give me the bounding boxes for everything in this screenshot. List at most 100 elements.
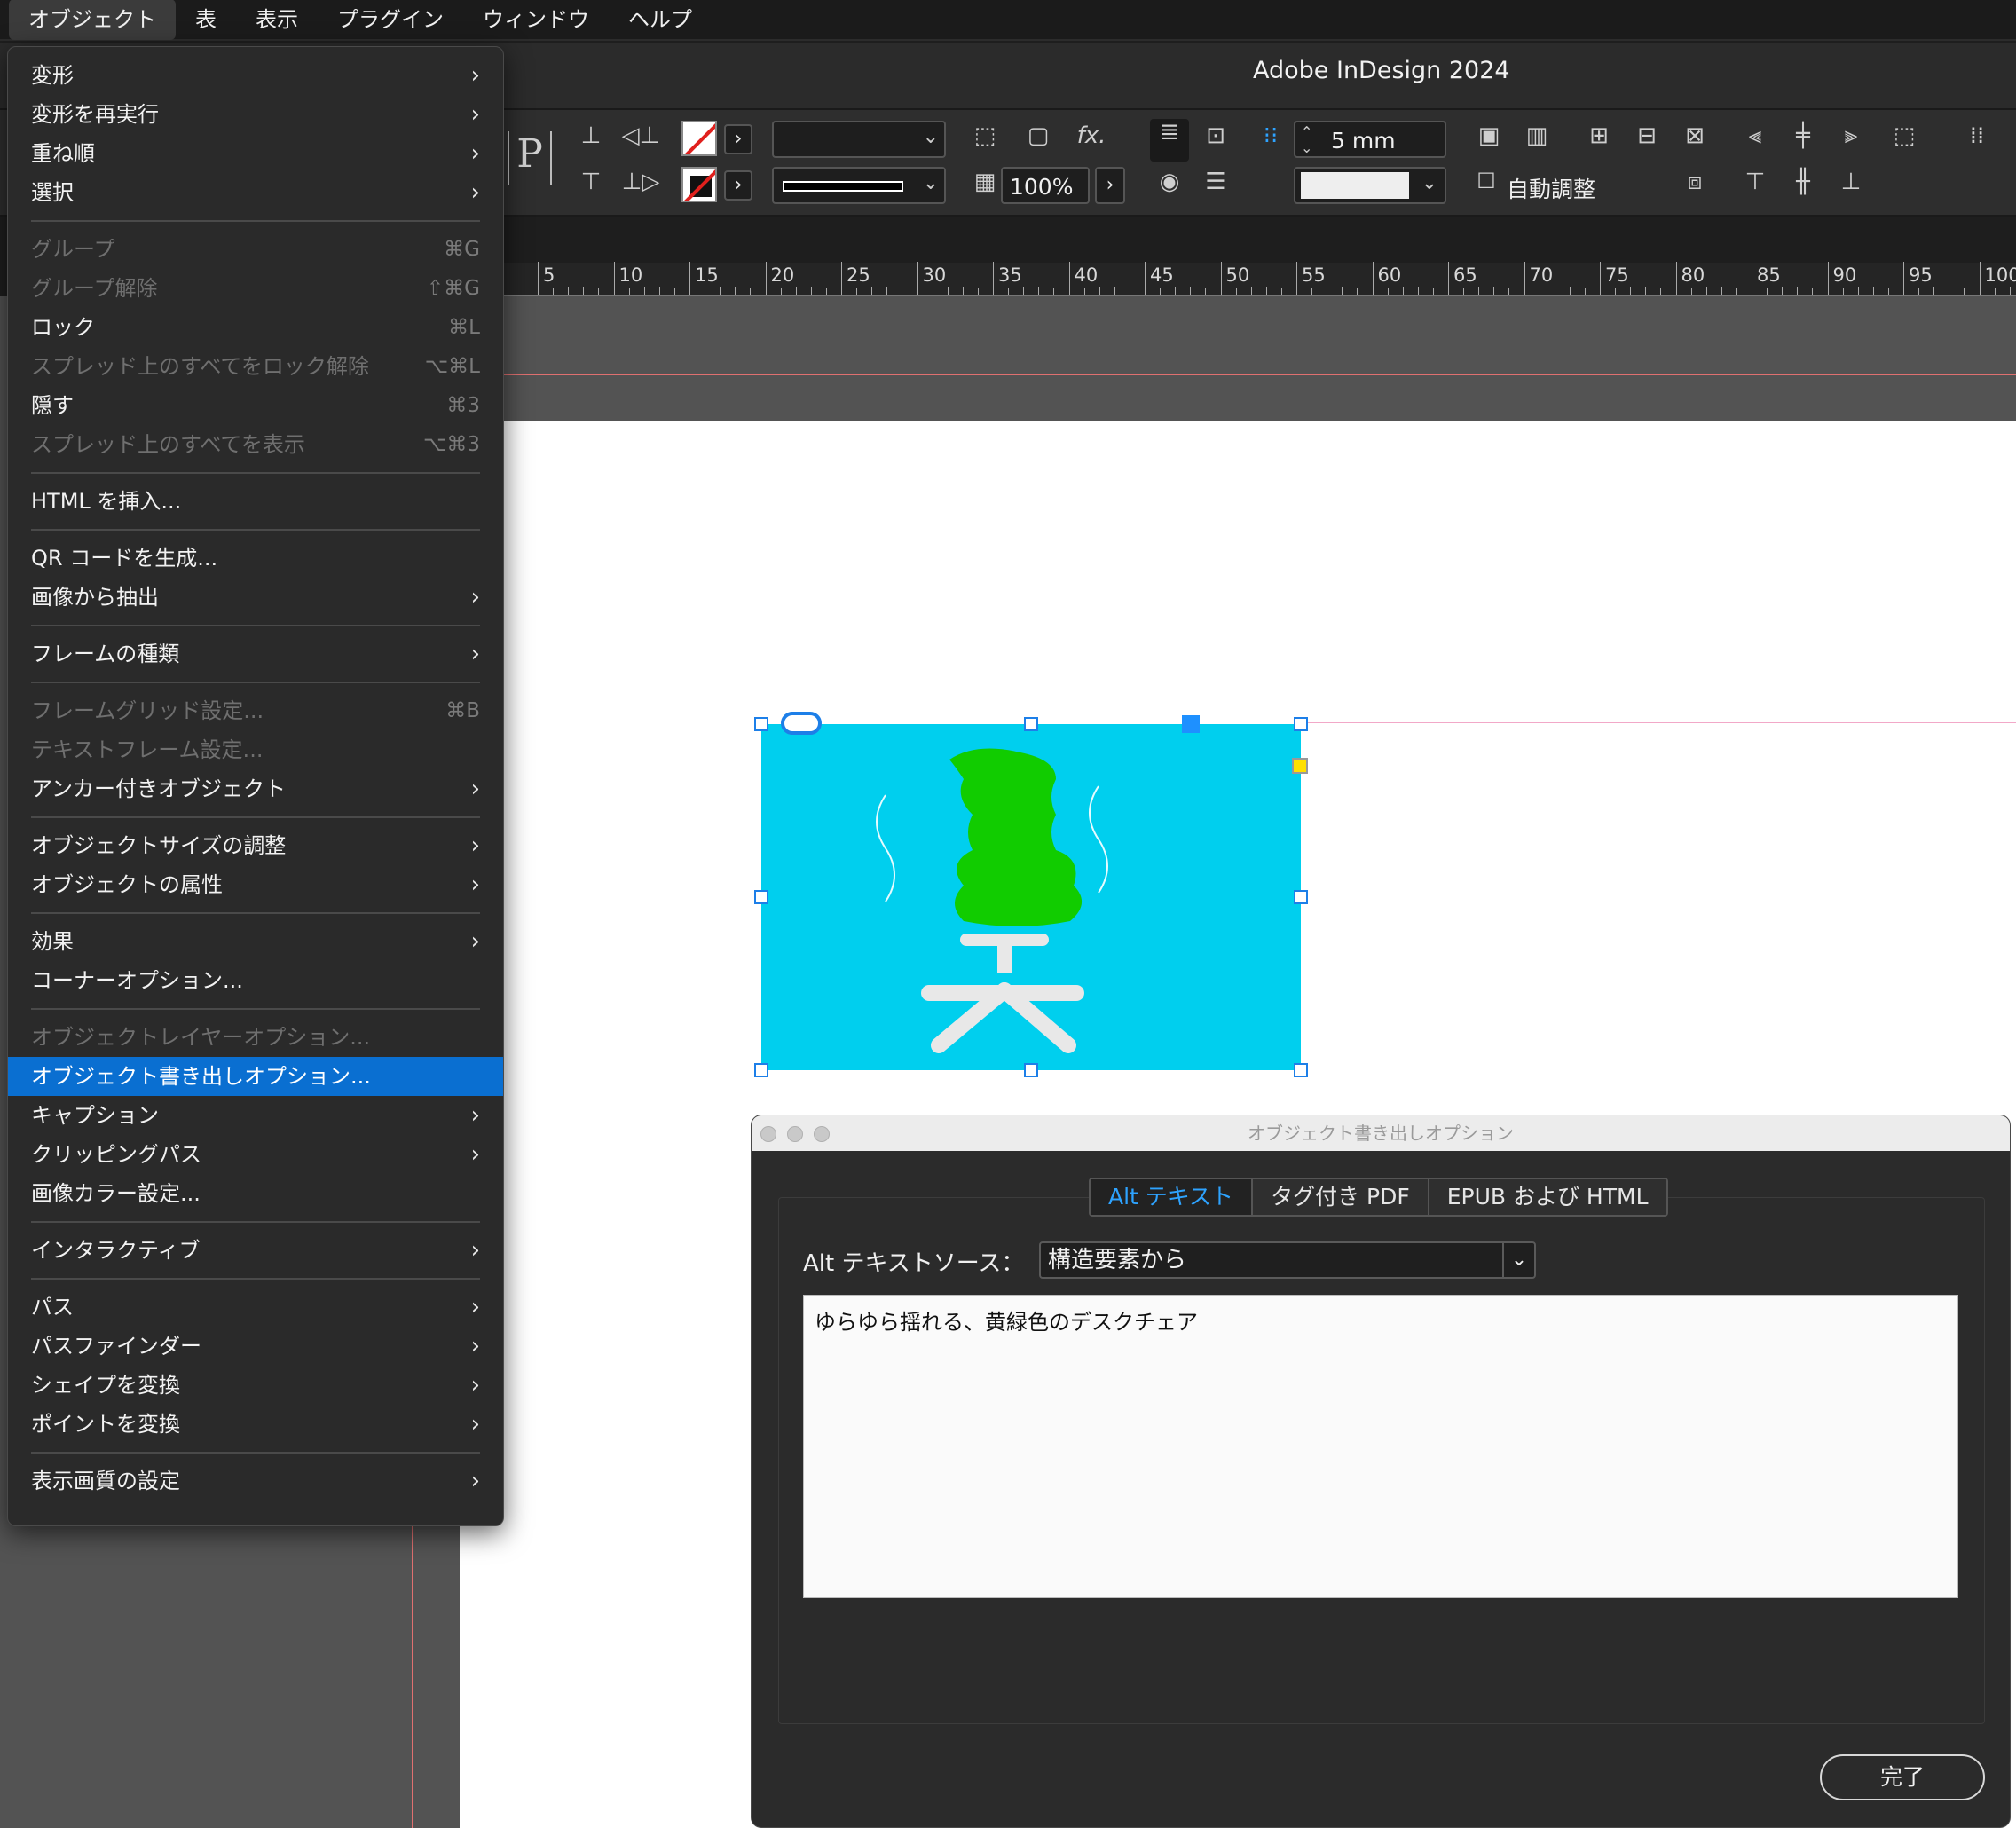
selected-image-frame[interactable] — [754, 712, 1308, 1077]
menu-item[interactable]: 選択 › — [8, 173, 503, 212]
done-button[interactable]: 完了 — [1820, 1754, 1985, 1800]
select-next-icon[interactable]: ⊥▷ — [621, 169, 660, 195]
menu-item[interactable]: 変形 › — [8, 56, 503, 95]
menubar-item[interactable]: プラグイン — [318, 0, 463, 40]
align-middle-icon[interactable]: ╫ — [1787, 169, 1819, 195]
resize-handle[interactable] — [754, 1063, 768, 1077]
select-content-icon[interactable]: ⊤ — [575, 169, 607, 195]
menu-item[interactable]: オブジェクトサイズの調整 › — [8, 826, 503, 865]
tab-epub-html[interactable]: EPUB および HTML — [1429, 1179, 1666, 1215]
ruler-minor-tick — [886, 287, 888, 295]
menu-item[interactable]: 重ね順 › — [8, 134, 503, 173]
menu-item-label: ロック — [31, 315, 95, 340]
spacing-field[interactable]: ⌃ ⌄ 5 mm — [1294, 121, 1446, 158]
fill-swatch[interactable] — [681, 121, 717, 156]
link-icon[interactable] — [781, 712, 822, 735]
menu-item-label: 選択 — [31, 180, 74, 205]
menu-item[interactable]: パス › — [8, 1288, 503, 1327]
menu-item[interactable]: QR コードを生成... — [8, 539, 503, 578]
opacity-field[interactable]: 100% — [1001, 167, 1090, 204]
fill-arrow-icon[interactable]: › — [724, 124, 752, 154]
resize-handle[interactable] — [1294, 717, 1308, 731]
menu-item[interactable]: オブジェクト書き出しオプション... — [8, 1057, 503, 1096]
align-bottom-icon[interactable]: ⊥ — [1835, 169, 1867, 195]
fit-frame-to-content-icon[interactable]: ▥ — [1521, 122, 1553, 149]
text-wrap-none-icon[interactable]: ≣ — [1150, 119, 1189, 162]
menu-item[interactable]: インタラクティブ › — [8, 1231, 503, 1270]
menu-item[interactable]: ロック ⌘L — [8, 308, 503, 347]
submenu-chevron-icon: › — [470, 1468, 480, 1494]
menu-item[interactable]: クリッピングパス › — [8, 1135, 503, 1174]
menu-item[interactable]: 隠す ⌘3 — [8, 386, 503, 425]
submenu-chevron-icon: › — [470, 62, 480, 89]
menubar-item[interactable]: ヘルプ — [609, 0, 712, 40]
minimize-window-icon[interactable] — [787, 1126, 803, 1142]
menu-item[interactable]: フレームの種類 › — [8, 634, 503, 674]
resize-handle[interactable] — [754, 890, 768, 904]
menu-item[interactable]: 画像から抽出 › — [8, 578, 503, 617]
resize-handle[interactable] — [754, 717, 768, 731]
menu-item[interactable]: パスファインダー › — [8, 1327, 503, 1366]
menubar-item[interactable]: 表示 — [236, 0, 318, 40]
stepper-icon[interactable]: ⌃ ⌄ — [1301, 124, 1312, 156]
content-aware-fit-icon[interactable]: ⧈ — [1679, 169, 1711, 196]
frame-content-p-icon[interactable]: P — [508, 131, 552, 185]
stroke-weight-field[interactable]: ⌄ — [772, 121, 946, 158]
alt-text-source-select[interactable]: 構造要素から ⌄ — [1039, 1241, 1536, 1279]
stroke-swatch[interactable] — [681, 167, 717, 202]
text-wrap-jump-icon[interactable]: ☰ — [1200, 169, 1232, 195]
menu-item[interactable]: 表示画質の設定 › — [8, 1462, 503, 1501]
gap-tool-icon[interactable]: ⁝⁝ — [1255, 122, 1287, 149]
menu-item[interactable]: キャプション › — [8, 1096, 503, 1135]
menu-item[interactable]: オブジェクトの属性 › — [8, 865, 503, 904]
tab-alt-text[interactable]: Alt テキスト — [1091, 1179, 1254, 1215]
resize-handle[interactable] — [1294, 890, 1308, 904]
text-wrap-shape-icon[interactable]: ◉ — [1150, 169, 1189, 195]
fill-frame-proportionally-icon[interactable]: ⊟ — [1631, 122, 1663, 149]
menu-item[interactable]: アンカー付きオブジェクト › — [8, 769, 503, 808]
align-right-icon[interactable]: ⫸ — [1835, 122, 1867, 150]
drop-shadow-icon[interactable]: ▢ — [1022, 122, 1054, 149]
menubar-item[interactable]: 表 — [176, 0, 236, 40]
menu-item[interactable]: 画像カラー設定... — [8, 1174, 503, 1213]
ruler-label: 35 — [998, 264, 1022, 286]
resize-handle[interactable] — [1024, 717, 1038, 731]
menu-item[interactable]: ポイントを変換 › — [8, 1405, 503, 1444]
center-content-icon[interactable]: ⊞ — [1583, 122, 1615, 149]
content-grabber-icon[interactable] — [1182, 715, 1200, 733]
tab-tagged-pdf[interactable]: タグ付き PDF — [1253, 1179, 1429, 1215]
menubar-item[interactable]: オブジェクト — [9, 0, 176, 40]
distribute-icon[interactable]: ⁞⁞ — [1961, 122, 1993, 149]
fit-content-to-frame-icon[interactable]: ▣ — [1473, 122, 1505, 149]
resize-handle[interactable] — [1024, 1063, 1038, 1077]
autofit-checkbox[interactable]: ☐ — [1473, 169, 1500, 193]
submenu-chevron-icon: › — [470, 641, 480, 667]
align-to-selection-icon[interactable]: ⬚ — [1886, 122, 1922, 149]
stroke-color-select[interactable]: ⌄ — [1294, 167, 1446, 204]
text-wrap-box-icon[interactable]: ⊡ — [1200, 122, 1232, 149]
fit-content-proportionally-icon[interactable]: ⊠ — [1679, 122, 1711, 149]
menu-item[interactable]: 変形を再実行 › — [8, 95, 503, 134]
live-corner-icon[interactable] — [1292, 758, 1308, 774]
zoom-window-icon[interactable] — [814, 1126, 830, 1142]
stroke-type-select[interactable]: ⌄ — [772, 167, 946, 204]
align-top-icon[interactable]: ⊤ — [1739, 169, 1771, 195]
menu-item[interactable]: シェイプを変換 › — [8, 1366, 503, 1405]
select-container-icon[interactable]: ⊥ — [575, 122, 607, 149]
opacity-arrow-icon[interactable]: › — [1095, 167, 1125, 204]
menubar-item[interactable]: ウィンドウ — [463, 0, 609, 40]
select-previous-icon[interactable]: ◁⊥ — [621, 122, 660, 149]
alt-text-field[interactable]: ゆらゆら揺れる、黄緑色のデスクチェア — [803, 1295, 1958, 1598]
frame-edge-icon[interactable]: ⬚ — [969, 122, 1001, 149]
fx-icon[interactable]: fx. — [1074, 122, 1109, 149]
resize-handle[interactable] — [1294, 1063, 1308, 1077]
align-center-icon[interactable]: ╪ — [1787, 122, 1819, 149]
menu-item[interactable]: 効果 › — [8, 922, 503, 961]
stroke-arrow-icon[interactable]: › — [724, 170, 752, 201]
menu-item[interactable]: HTML を挿入... — [8, 482, 503, 521]
horizontal-ruler[interactable]: 5 10 15 20 25 30 35 40 45 50 55 60 65 70 75 80 85 90 95 100 — [502, 262, 2016, 296]
menu-item[interactable]: コーナーオプション... — [8, 961, 503, 1000]
ruler-minor-tick — [1615, 288, 1617, 295]
close-window-icon[interactable] — [760, 1126, 776, 1142]
align-left-icon[interactable]: ⫷ — [1739, 122, 1771, 150]
